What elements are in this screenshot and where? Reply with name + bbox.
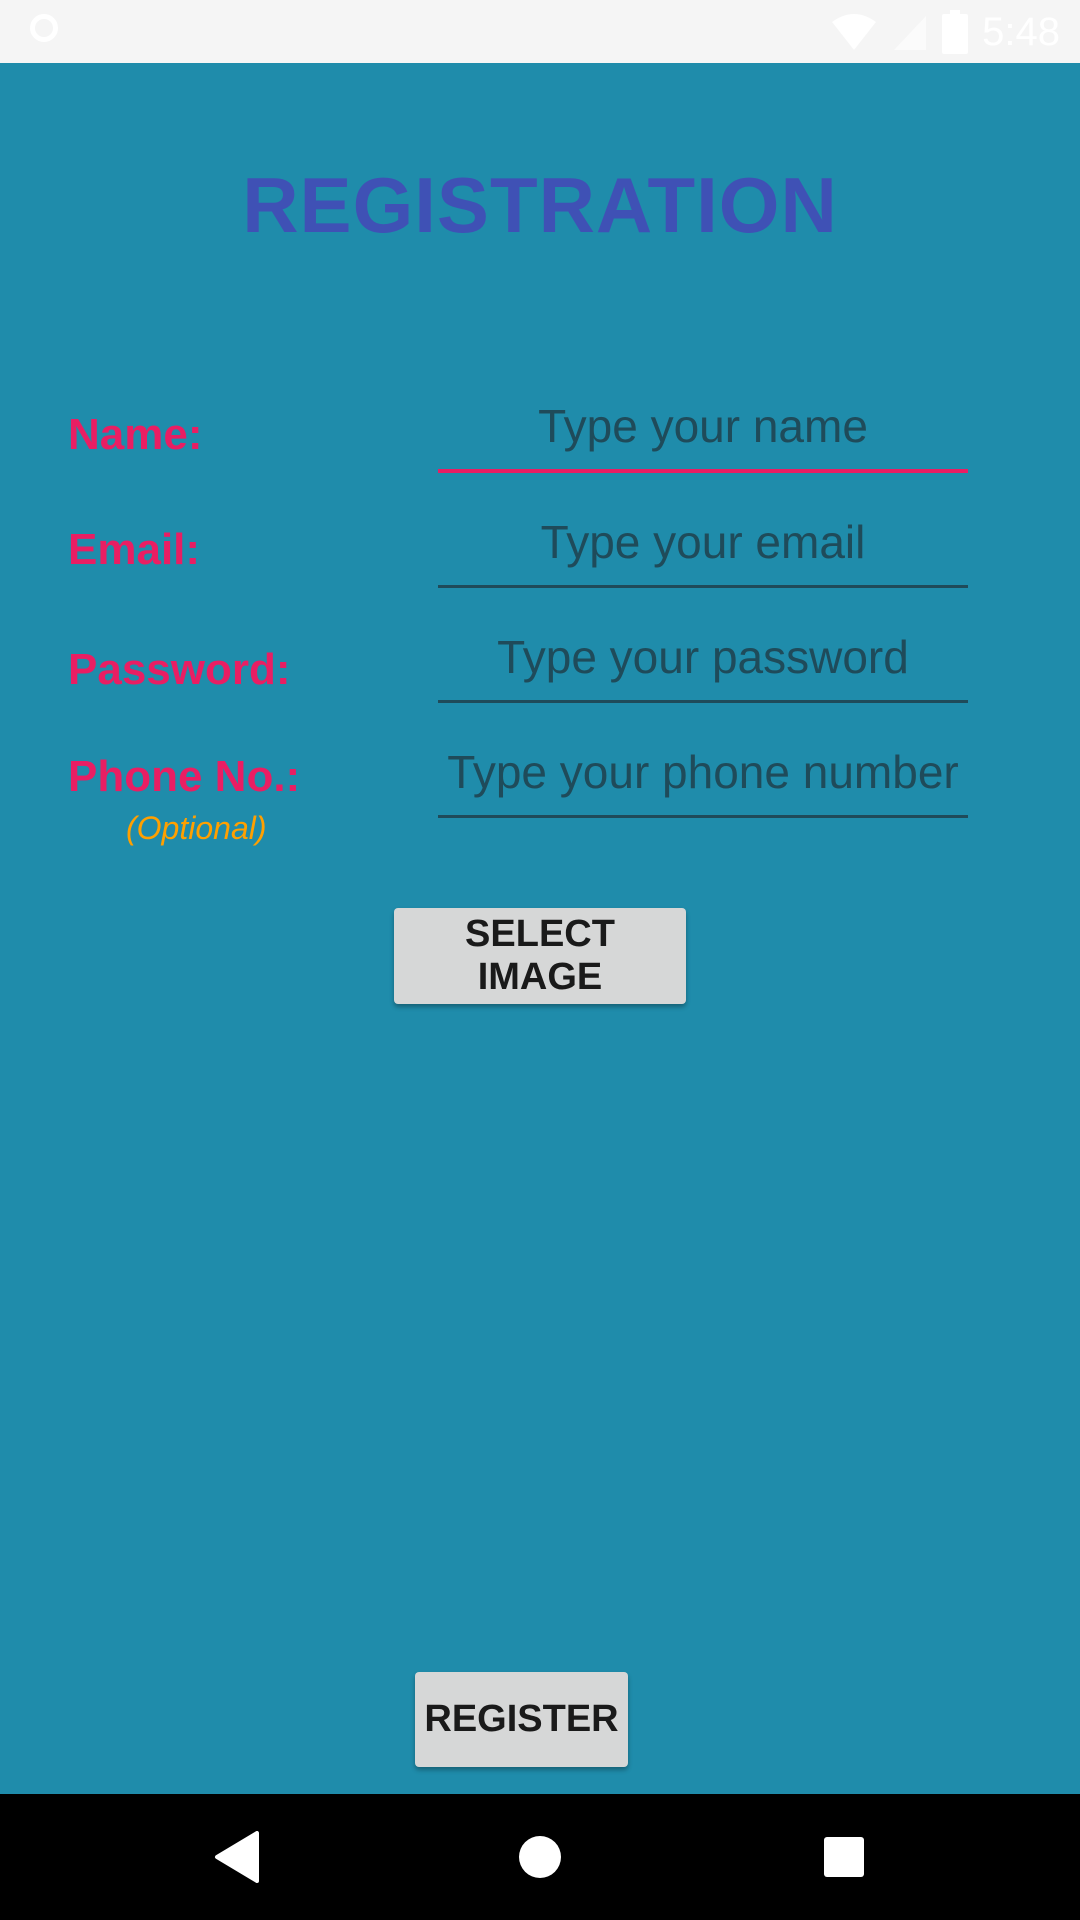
name-input[interactable] [438, 383, 968, 473]
email-label: Email: [68, 525, 201, 574]
battery-icon [942, 10, 969, 54]
notification-circle-icon [30, 14, 58, 42]
password-input[interactable] [438, 613, 968, 703]
email-input[interactable] [438, 498, 968, 588]
page-title: REGISTRATION [242, 161, 838, 249]
signal-icon [894, 16, 927, 50]
select-image-button[interactable]: SELECT IMAGE [394, 908, 686, 1004]
home-button[interactable] [507, 1824, 573, 1890]
navigation-bar [0, 1794, 1080, 1920]
wifi-icon [832, 14, 877, 50]
registration-screen: 5:48 REGISTRATION Name: Email: Password:… [0, 0, 1080, 1920]
register-button[interactable]: REGISTER [415, 1672, 628, 1767]
phone-label: Phone No.: [68, 752, 301, 801]
name-label: Name: [68, 410, 203, 459]
recents-button[interactable] [811, 1824, 877, 1890]
back-icon [215, 1831, 259, 1883]
status-icons: 5:48 [830, 8, 1060, 56]
phone-input[interactable] [438, 728, 968, 818]
status-bar: 5:48 [0, 0, 1080, 63]
home-icon [519, 1836, 561, 1878]
phone-optional-label: (Optional) [126, 810, 267, 846]
back-button[interactable] [204, 1824, 270, 1890]
recents-icon [824, 1837, 864, 1877]
password-label: Password: [68, 645, 291, 694]
status-time: 5:48 [982, 9, 1060, 54]
